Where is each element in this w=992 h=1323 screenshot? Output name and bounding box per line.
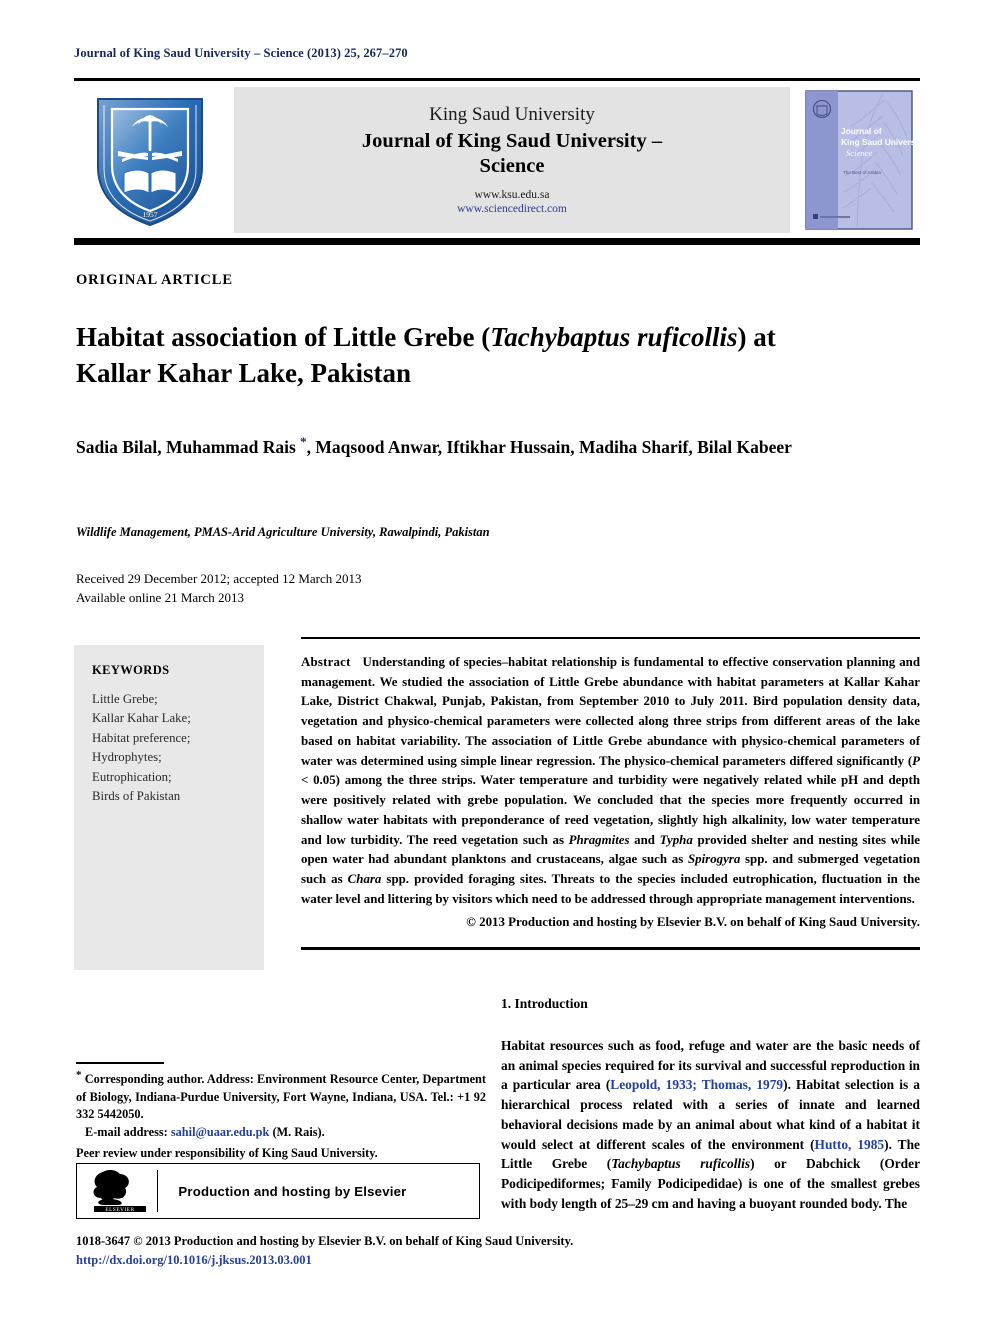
abstract-section: Abstract Understanding of species–habita… <box>301 637 920 951</box>
sciencedirect-url[interactable]: www.sciencedirect.com <box>457 202 567 216</box>
corresponding-author-note: * Corresponding author. Address: Environ… <box>76 1068 486 1123</box>
journal-masthead: 1957 King Saud University Journal of Kin… <box>74 78 920 245</box>
footnote-block: * Corresponding author. Address: Environ… <box>76 1068 486 1162</box>
running-head: Journal of King Saud University – Scienc… <box>74 46 408 60</box>
email-note: E-mail address: sahil@uaar.edu.pk (M. Ra… <box>76 1124 486 1141</box>
page-title: Habitat association of Little Grebe (Tac… <box>76 320 836 392</box>
abstract-bottom-rule <box>301 947 920 951</box>
issn-copyright-line: 1018-3647 © 2013 Production and hosting … <box>76 1234 574 1248</box>
ksu-url: www.ksu.edu.sa <box>474 189 550 202</box>
citation-link[interactable]: Hutto, 1985 <box>815 1137 885 1152</box>
available-online-date: Available online 21 March 2013 <box>76 589 244 605</box>
footnote-rule <box>76 1062 164 1064</box>
introduction-body: Habitat resources such as food, refuge a… <box>501 1038 921 1211</box>
elsevier-hosting-box: ELSEVIER Production and hosting by Elsev… <box>76 1163 480 1219</box>
svg-text:Science: Science <box>846 148 872 158</box>
abstract-body: Abstract Understanding of species–habita… <box>301 653 920 910</box>
email-link[interactable]: sahil@uaar.edu.pk <box>171 1125 269 1139</box>
title-text-1: Habitat association of Little Grebe ( <box>76 322 491 352</box>
title-species: ruficollis <box>636 322 738 352</box>
keyword-item: Habitat preference; <box>92 730 191 745</box>
email-label: E-mail address: <box>85 1125 168 1140</box>
colophon: 1018-3647 © 2013 Production and hosting … <box>76 1232 676 1270</box>
journal-name: Journal of King Saud University – Scienc… <box>361 129 663 177</box>
masthead-body: 1957 King Saud University Journal of Kin… <box>74 87 920 233</box>
elsevier-hosting-text: Production and hosting by Elsevier <box>178 1183 407 1199</box>
corresponding-author-text: Corresponding author. Address: Environme… <box>76 1072 486 1121</box>
footnote-star: * <box>76 1069 82 1081</box>
abstract-text: Understanding of species–habitat relatio… <box>301 655 921 906</box>
abstract-copyright: © 2013 Production and hosting by Elsevie… <box>466 914 920 929</box>
svg-text:1957: 1957 <box>143 210 158 219</box>
keyword-item: Birds of Pakistan <box>92 789 181 804</box>
keyword-item: Little Grebe; <box>92 692 158 706</box>
keyword-item: Eutrophication; <box>92 769 172 784</box>
article-page: Journal of King Saud University – Scienc… <box>0 0 992 1323</box>
peer-review-note: Peer review under responsibility of King… <box>76 1145 378 1160</box>
article-dates: Received 29 December 2012; accepted 12 M… <box>76 570 576 608</box>
introduction-heading: 1. Introduction <box>501 996 588 1011</box>
elsevier-tree-icon: ELSEVIER <box>93 1169 146 1213</box>
email-owner: (M. Rais). <box>272 1125 325 1140</box>
journal-title-band: King Saud University Journal of King Sau… <box>234 87 790 233</box>
citation-link[interactable]: Leopold, 1933; Thomas, 1979 <box>610 1077 783 1092</box>
svg-text:The Best of Arabia: The Best of Arabia <box>843 170 881 175</box>
article-type-label: ORIGINAL ARTICLE <box>76 272 233 288</box>
author-list: Sadia Bilal, Muhammad Rais *, Maqsood An… <box>76 434 792 457</box>
elsevier-logo: ELSEVIER <box>77 1168 157 1214</box>
corresponding-author-marker[interactable]: * <box>300 434 307 449</box>
ksu-crest-icon: 1957 <box>97 98 203 227</box>
keywords-block: KEYWORDS Little Grebe; Kallar Kahar Lake… <box>74 645 264 970</box>
masthead-bottom-rule <box>74 238 920 245</box>
journal-cover-thumbnail: Journal of King Saud University Science … <box>798 87 920 233</box>
king-saud-university-logo: 1957 <box>74 87 226 233</box>
keywords-heading: KEYWORDS <box>92 663 170 677</box>
svg-text:ELSEVIER: ELSEVIER <box>105 1207 134 1213</box>
abstract-top-rule <box>301 637 920 639</box>
affiliation: Wildlife Management, PMAS-Arid Agricultu… <box>76 525 490 539</box>
title-genus: Tachybaptus <box>490 322 631 352</box>
keyword-item: Kallar Kahar Lake; <box>92 711 191 726</box>
masthead-top-rule <box>74 78 920 81</box>
abstract-label: Abstract <box>301 655 351 669</box>
svg-text:Journal of: Journal of <box>841 126 882 136</box>
svg-text:King Saud University: King Saud University <box>841 137 913 147</box>
received-date: Received 29 December 2012; accepted 12 M… <box>76 571 362 586</box>
keyword-item: Hydrophytes; <box>92 750 162 765</box>
doi-link[interactable]: http://dx.doi.org/10.1016/j.jksus.2013.0… <box>76 1251 676 1270</box>
keywords-list: Little Grebe; Kallar Kahar Lake; Habitat… <box>92 690 248 807</box>
cover-image-icon: Journal of King Saud University Science … <box>805 90 913 230</box>
university-name: King Saud University <box>429 104 595 126</box>
